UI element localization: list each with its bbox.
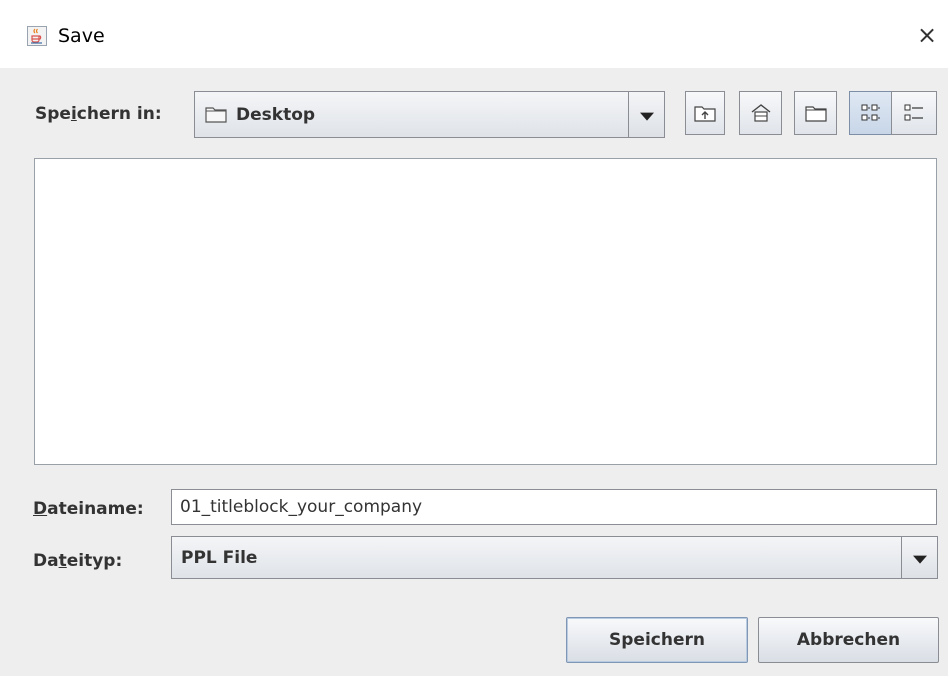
filetype-label-part1: Da bbox=[33, 551, 59, 571]
title-bar: Save × bbox=[0, 0, 948, 68]
list-view-button[interactable] bbox=[849, 91, 892, 135]
new-folder-icon bbox=[804, 106, 827, 122]
chevron-down-icon[interactable] bbox=[901, 537, 937, 578]
up-one-level-button[interactable] bbox=[685, 91, 725, 135]
filename-label-part: ateiname: bbox=[47, 499, 144, 519]
details-view-button[interactable] bbox=[891, 91, 937, 135]
filetype-label-part2: eityp: bbox=[66, 551, 123, 571]
filetype-label-mnemonic: t bbox=[58, 551, 67, 571]
filename-label-mnemonic: D bbox=[33, 499, 48, 519]
home-icon bbox=[751, 104, 770, 122]
lookin-label-part1: Spe bbox=[35, 104, 71, 124]
close-icon: × bbox=[916, 21, 938, 49]
filename-input[interactable] bbox=[171, 489, 937, 525]
java-cup-icon bbox=[27, 26, 47, 46]
save-dialog: Save × Speichern in: Desktop Dateiname: … bbox=[0, 0, 948, 676]
details-view-icon bbox=[904, 104, 923, 121]
save-button[interactable]: Speichern bbox=[566, 617, 748, 663]
cancel-button[interactable]: Abbrechen bbox=[758, 617, 939, 663]
folder-icon bbox=[205, 107, 227, 123]
filetype-label: Dateityp: bbox=[33, 551, 122, 571]
lookin-label: Speichern in: bbox=[35, 104, 162, 124]
home-button[interactable] bbox=[739, 91, 782, 135]
lookin-value: Desktop bbox=[236, 104, 316, 125]
filetype-value: PPL File bbox=[181, 547, 258, 568]
window-title: Save bbox=[58, 25, 105, 47]
lookin-label-part2: chern in: bbox=[76, 104, 162, 124]
list-view-icon bbox=[861, 104, 880, 121]
lookin-combobox[interactable]: Desktop bbox=[194, 91, 665, 138]
filename-label: Dateiname: bbox=[33, 499, 144, 519]
new-folder-button[interactable] bbox=[794, 91, 837, 135]
folder-up-icon bbox=[694, 106, 716, 122]
chevron-down-icon[interactable] bbox=[628, 92, 664, 137]
close-button[interactable]: × bbox=[910, 18, 944, 52]
file-list[interactable] bbox=[34, 158, 937, 465]
filetype-combobox[interactable]: PPL File bbox=[171, 536, 938, 579]
